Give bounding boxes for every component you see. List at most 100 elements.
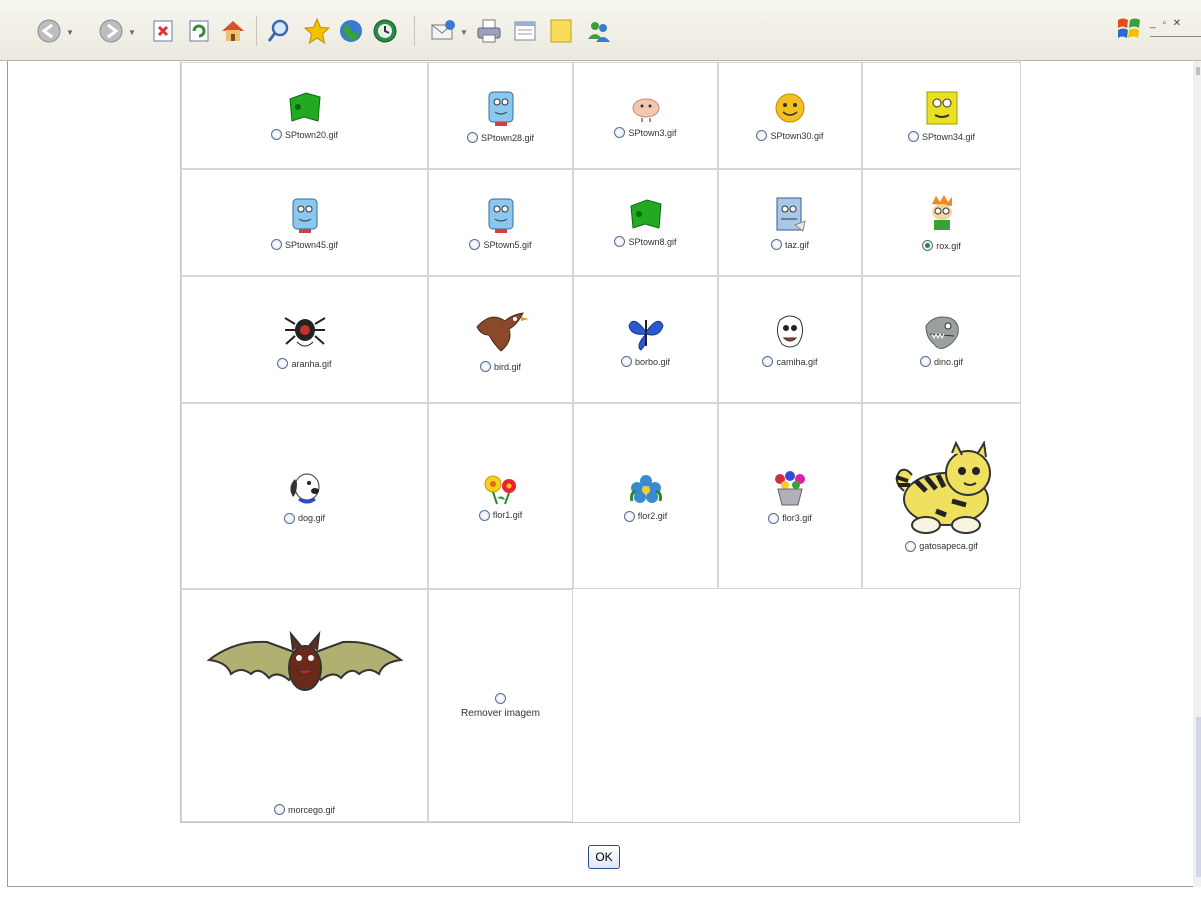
image-radio[interactable] bbox=[905, 540, 917, 552]
image-radio[interactable] bbox=[768, 512, 780, 524]
image-option-cell[interactable]: SPtown34.gif bbox=[862, 62, 1021, 169]
image-option[interactable]: flor2.gif bbox=[623, 510, 668, 522]
image-option-cell[interactable]: gatosapeca.gif bbox=[862, 403, 1021, 589]
image-option[interactable]: bird.gif bbox=[479, 361, 521, 372]
image-option-cell[interactable]: taz.gif bbox=[718, 169, 862, 276]
print-icon[interactable] bbox=[474, 16, 504, 46]
image-option[interactable]: SPtown3.gif bbox=[614, 127, 677, 138]
stop-icon[interactable] bbox=[148, 16, 178, 46]
vertical-scrollbar[interactable] bbox=[1193, 61, 1201, 887]
back-dropdown-icon[interactable]: ▼ bbox=[66, 28, 74, 37]
image-radio[interactable] bbox=[919, 356, 931, 367]
image-option-cell[interactable]: bird.gif bbox=[428, 276, 573, 403]
scrollbar-thumb[interactable] bbox=[1196, 717, 1201, 877]
forward-icon[interactable] bbox=[96, 16, 126, 46]
image-radio[interactable] bbox=[620, 356, 632, 367]
image-radio[interactable] bbox=[478, 509, 490, 521]
image-filename-label: flor2.gif bbox=[637, 511, 668, 521]
image-filename-label: SPtown28.gif bbox=[480, 132, 535, 143]
image-option-cell[interactable]: SPtown30.gif bbox=[718, 62, 862, 169]
cartoon-character-icon bbox=[483, 195, 519, 235]
image-option-cell[interactable]: morcego.gif bbox=[181, 589, 428, 822]
image-radio[interactable] bbox=[614, 236, 626, 247]
scrollbar-arrow-icon[interactable] bbox=[1196, 67, 1200, 75]
image-option-cell[interactable]: SPtown8.gif bbox=[573, 169, 718, 276]
image-option-cell[interactable]: SPtown3.gif bbox=[573, 62, 718, 169]
image-option-cell[interactable]: SPtown45.gif bbox=[181, 169, 428, 276]
remove-image-cell[interactable]: Remover imagem bbox=[428, 589, 573, 822]
image-option[interactable]: aranha.gif bbox=[277, 358, 332, 369]
image-option-cell[interactable]: aranha.gif bbox=[181, 276, 428, 403]
image-radio[interactable] bbox=[283, 512, 295, 524]
search-icon[interactable] bbox=[264, 16, 294, 46]
image-radio[interactable] bbox=[770, 239, 782, 250]
forward-dropdown-icon[interactable]: ▼ bbox=[128, 28, 136, 37]
edit-icon[interactable] bbox=[510, 16, 540, 46]
back-icon[interactable] bbox=[34, 16, 64, 46]
image-option[interactable]: SPtown30.gif bbox=[756, 130, 824, 141]
image-option-cell[interactable]: flor3.gif bbox=[718, 403, 862, 589]
image-option[interactable]: borbo.gif bbox=[620, 356, 670, 367]
image-option-cell[interactable]: flor2.gif bbox=[573, 403, 718, 589]
image-radio[interactable] bbox=[479, 361, 491, 372]
image-option-cell[interactable]: SPtown5.gif bbox=[428, 169, 573, 276]
bat-icon bbox=[206, 626, 403, 706]
image-radio[interactable] bbox=[623, 510, 635, 522]
home-icon[interactable] bbox=[218, 16, 248, 46]
image-option[interactable]: dog.gif bbox=[283, 512, 325, 524]
image-radio[interactable] bbox=[922, 240, 934, 251]
mail-icon[interactable] bbox=[428, 16, 458, 46]
cartoon-character-icon bbox=[483, 88, 519, 128]
favorites-icon[interactable] bbox=[302, 16, 332, 46]
image-option-cell[interactable]: dino.gif bbox=[862, 276, 1021, 403]
image-option-cell[interactable]: SPtown28.gif bbox=[428, 62, 573, 169]
image-filename-label: SPtown45.gif bbox=[284, 239, 339, 250]
image-option-cell[interactable]: camiha.gif bbox=[718, 276, 862, 403]
image-radio[interactable] bbox=[273, 804, 285, 815]
image-option[interactable]: SPtown5.gif bbox=[469, 239, 532, 250]
cartoon-face-icon bbox=[772, 312, 808, 352]
image-option[interactable]: taz.gif bbox=[770, 239, 809, 250]
image-radio[interactable] bbox=[907, 131, 919, 142]
messenger-icon[interactable] bbox=[584, 16, 614, 46]
image-option[interactable]: SPtown8.gif bbox=[614, 236, 677, 247]
image-radio[interactable] bbox=[270, 239, 282, 250]
image-radio[interactable] bbox=[469, 239, 481, 250]
image-option[interactable]: SPtown28.gif bbox=[466, 132, 535, 143]
image-option[interactable]: rox.gif bbox=[922, 240, 961, 251]
green-flag-icon bbox=[286, 91, 324, 125]
image-option[interactable]: flor1.gif bbox=[478, 509, 522, 521]
remove-image-radio[interactable] bbox=[495, 692, 506, 704]
image-option-cell[interactable]: SPtown20.gif bbox=[181, 62, 428, 169]
image-option-cell[interactable]: rox.gif bbox=[862, 169, 1021, 276]
media-icon[interactable] bbox=[336, 16, 366, 46]
image-option[interactable]: dino.gif bbox=[919, 356, 963, 367]
ok-button[interactable]: OK bbox=[588, 845, 620, 869]
image-option[interactable]: flor3.gif bbox=[768, 512, 812, 524]
image-option-cell[interactable]: borbo.gif bbox=[573, 276, 718, 403]
image-option[interactable]: gatosapeca.gif bbox=[905, 540, 978, 552]
image-option[interactable]: SPtown20.gif bbox=[270, 129, 338, 140]
image-filename-label: flor3.gif bbox=[782, 513, 812, 523]
image-radio[interactable] bbox=[614, 127, 626, 138]
image-option[interactable]: SPtown34.gif bbox=[907, 131, 975, 142]
refresh-icon[interactable] bbox=[184, 16, 214, 46]
image-option-cell[interactable]: dog.gif bbox=[181, 403, 428, 589]
browser-toolbar: ▼ ▼ ▼ _ ▫ ✕ bbox=[0, 0, 1201, 61]
window-controls-icon[interactable]: _ ▫ ✕ bbox=[1150, 18, 1183, 29]
history-icon[interactable] bbox=[370, 16, 400, 46]
image-radio[interactable] bbox=[466, 132, 478, 143]
image-radio[interactable] bbox=[762, 356, 774, 367]
image-radio[interactable] bbox=[277, 358, 289, 369]
discuss-icon[interactable] bbox=[546, 16, 576, 46]
image-radio[interactable] bbox=[270, 129, 282, 140]
mail-dropdown-icon[interactable]: ▼ bbox=[460, 28, 468, 37]
image-option-cell[interactable]: flor1.gif bbox=[428, 403, 573, 589]
image-option[interactable]: morcego.gif bbox=[273, 804, 335, 815]
image-filename-label: SPtown8.gif bbox=[628, 236, 677, 247]
image-option[interactable]: camiha.gif bbox=[762, 356, 818, 367]
toolbar-separator bbox=[414, 16, 415, 46]
image-option[interactable]: SPtown45.gif bbox=[270, 239, 339, 250]
image-radio[interactable] bbox=[756, 130, 768, 141]
image-filename-label: camiha.gif bbox=[776, 356, 818, 367]
